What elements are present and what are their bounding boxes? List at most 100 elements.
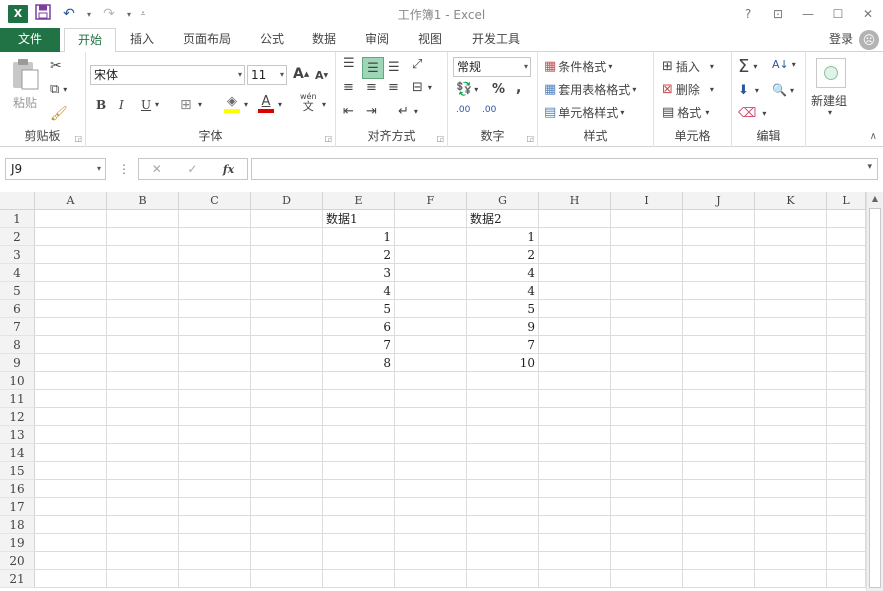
cell-a11[interactable]	[35, 390, 107, 408]
cell-b14[interactable]	[107, 444, 179, 462]
cell-f4[interactable]	[395, 264, 467, 282]
cell-e4[interactable]: 3	[323, 264, 395, 282]
row-header-17[interactable]: 17	[0, 498, 35, 516]
cell-c18[interactable]	[179, 516, 251, 534]
cell-g4[interactable]: 4	[467, 264, 539, 282]
cell-b15[interactable]	[107, 462, 179, 480]
decrease-decimal-icon[interactable]: .00	[482, 105, 496, 115]
cell-i18[interactable]	[611, 516, 683, 534]
orientation-icon[interactable]: ⤢	[412, 57, 422, 72]
cell-d20[interactable]	[251, 552, 323, 570]
cell-g12[interactable]	[467, 408, 539, 426]
cell-j12[interactable]	[683, 408, 755, 426]
formula-bar-splitter-icon[interactable]: ⋮	[118, 158, 130, 180]
name-box[interactable]: J9 ▾	[5, 158, 106, 180]
merge-center-icon[interactable]: ⊟ ▾	[412, 80, 432, 95]
tab-developer[interactable]: 开发工具	[460, 28, 532, 52]
cell-c19[interactable]	[179, 534, 251, 552]
cell-k2[interactable]	[755, 228, 827, 246]
new-group-icon[interactable]	[816, 58, 846, 88]
underline-button[interactable]: U	[141, 98, 151, 112]
cell-d19[interactable]	[251, 534, 323, 552]
cell-g5[interactable]: 4	[467, 282, 539, 300]
cell-f17[interactable]	[395, 498, 467, 516]
cell-b20[interactable]	[107, 552, 179, 570]
cell-c2[interactable]	[179, 228, 251, 246]
cell-f1[interactable]	[395, 210, 467, 228]
cell-k15[interactable]	[755, 462, 827, 480]
cell-h19[interactable]	[539, 534, 611, 552]
wrap-text-icon[interactable]: ↵ ▾	[398, 104, 418, 119]
row-header-6[interactable]: 6	[0, 300, 35, 318]
cell-i5[interactable]	[611, 282, 683, 300]
cell-c15[interactable]	[179, 462, 251, 480]
undo-icon[interactable]: ↶	[58, 4, 80, 24]
cell-i11[interactable]	[611, 390, 683, 408]
cell-k8[interactable]	[755, 336, 827, 354]
cell-h3[interactable]	[539, 246, 611, 264]
cell-h15[interactable]	[539, 462, 611, 480]
cell-e16[interactable]	[323, 480, 395, 498]
cell-c1[interactable]	[179, 210, 251, 228]
cancel-entry-icon[interactable]: ✕	[152, 162, 162, 176]
row-header-21[interactable]: 21	[0, 570, 35, 588]
maximize-button[interactable]: ☐	[823, 0, 853, 28]
cell-l16[interactable]	[827, 480, 866, 498]
cell-g20[interactable]	[467, 552, 539, 570]
cell-b9[interactable]	[107, 354, 179, 372]
cell-j11[interactable]	[683, 390, 755, 408]
cell-e17[interactable]	[323, 498, 395, 516]
font-color-icon[interactable]: A	[258, 94, 274, 113]
cell-e14[interactable]	[323, 444, 395, 462]
cell-j1[interactable]	[683, 210, 755, 228]
cell-k16[interactable]	[755, 480, 827, 498]
cell-h9[interactable]	[539, 354, 611, 372]
cell-d18[interactable]	[251, 516, 323, 534]
cell-f15[interactable]	[395, 462, 467, 480]
cell-b5[interactable]	[107, 282, 179, 300]
cell-c13[interactable]	[179, 426, 251, 444]
percent-style-button[interactable]: %	[492, 82, 505, 97]
cell-l9[interactable]	[827, 354, 866, 372]
cell-l10[interactable]	[827, 372, 866, 390]
shrink-font-icon[interactable]: A ▼	[315, 69, 328, 82]
cell-a4[interactable]	[35, 264, 107, 282]
cell-a16[interactable]	[35, 480, 107, 498]
column-header-f[interactable]: F	[395, 192, 467, 210]
conditional-formatting-button[interactable]: ▦ 条件格式 ▾	[544, 58, 612, 75]
insert-cells-button[interactable]: ⊞ 插入 ▾	[662, 58, 714, 75]
cell-l8[interactable]	[827, 336, 866, 354]
row-header-8[interactable]: 8	[0, 336, 35, 354]
cell-a17[interactable]	[35, 498, 107, 516]
cell-l18[interactable]	[827, 516, 866, 534]
cell-i10[interactable]	[611, 372, 683, 390]
row-header-5[interactable]: 5	[0, 282, 35, 300]
cell-b21[interactable]	[107, 570, 179, 588]
number-format-dropdown-icon[interactable]: ▾	[524, 58, 528, 76]
cell-l12[interactable]	[827, 408, 866, 426]
font-launcher-icon[interactable]: ◲	[324, 134, 332, 143]
clear-icon[interactable]: ⌫ ▾	[738, 106, 766, 121]
cell-b7[interactable]	[107, 318, 179, 336]
accounting-format-icon[interactable]: 💱 ▾	[456, 82, 478, 97]
cell-j6[interactable]	[683, 300, 755, 318]
column-header-i[interactable]: I	[611, 192, 683, 210]
cell-h16[interactable]	[539, 480, 611, 498]
cell-h5[interactable]	[539, 282, 611, 300]
cell-c3[interactable]	[179, 246, 251, 264]
cell-i9[interactable]	[611, 354, 683, 372]
cell-g10[interactable]	[467, 372, 539, 390]
cell-d1[interactable]	[251, 210, 323, 228]
cell-l19[interactable]	[827, 534, 866, 552]
minimize-button[interactable]: —	[793, 0, 823, 28]
cell-j3[interactable]	[683, 246, 755, 264]
cell-e7[interactable]: 6	[323, 318, 395, 336]
cell-d12[interactable]	[251, 408, 323, 426]
row-header-12[interactable]: 12	[0, 408, 35, 426]
worksheet-grid[interactable]: A B C D E F G H I J K L 1 数据1 数据2 2 1 1 3 2 2 4 3 4 5 4 4 6 5 5 7 6 9 8 7 7…	[0, 192, 883, 591]
cell-i1[interactable]	[611, 210, 683, 228]
cell-j18[interactable]	[683, 516, 755, 534]
cell-i2[interactable]	[611, 228, 683, 246]
align-left-icon[interactable]: ≡	[343, 80, 354, 95]
undo-dropdown-icon[interactable]: ▾	[84, 10, 94, 19]
